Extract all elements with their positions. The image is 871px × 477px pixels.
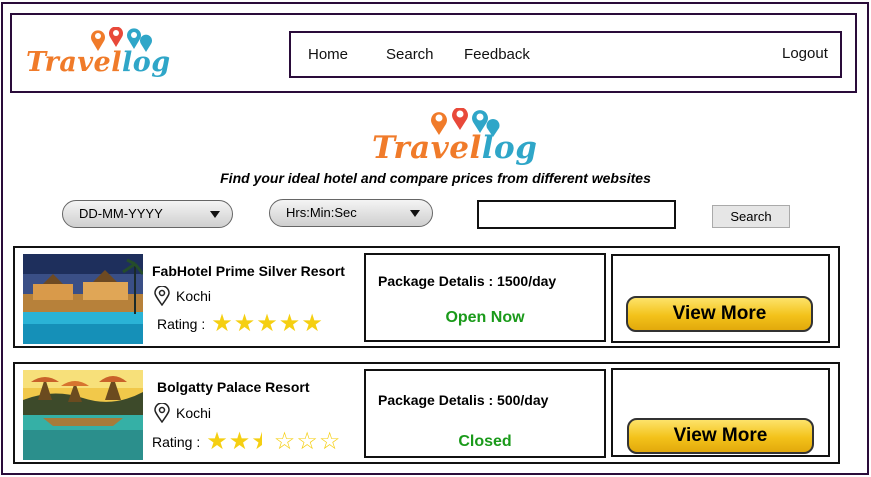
- star-icon: ★: [211, 310, 233, 337]
- hero-logo: Travellog: [370, 108, 537, 170]
- time-select-value: Hrs:Min:Sec: [286, 205, 357, 220]
- hotel-card: Bolgatty Palace Resort Kochi Rating : ★ …: [13, 362, 840, 464]
- empty-star-icon: ☆: [318, 428, 341, 455]
- hotel-card: FabHotel Prime Silver Resort Kochi Ratin…: [13, 246, 840, 348]
- package-details-box: Package Detalis : 1500/day Open Now: [364, 253, 606, 342]
- time-select[interactable]: Hrs:Min:Sec: [269, 199, 433, 227]
- search-button[interactable]: Search: [712, 205, 790, 228]
- package-details: Package Detalis : 1500/day: [378, 273, 557, 289]
- status-badge: Open Now: [445, 309, 525, 326]
- nav-search-link[interactable]: Search: [386, 46, 434, 63]
- hero-logo-text: Travellog: [372, 130, 538, 166]
- brand-logo[interactable]: Travellog: [26, 27, 170, 83]
- star-icon: ★: [256, 310, 278, 337]
- nav-feedback-link[interactable]: Feedback: [464, 46, 530, 63]
- tagline: Find your ideal hotel and compare prices…: [220, 170, 651, 186]
- header: Travellog Home Search Feedback Logout: [10, 13, 857, 93]
- chevron-down-icon: [410, 210, 420, 217]
- view-more-box: View More: [611, 368, 830, 457]
- rating-label: Rating :: [152, 434, 201, 450]
- hotel-location-text: Kochi: [176, 288, 212, 304]
- location-pin-icon: [154, 403, 170, 423]
- star-icon: ★: [206, 428, 228, 455]
- empty-star-icon: ☆: [273, 428, 296, 455]
- star-icon: ★: [233, 310, 256, 337]
- half-star-icon: ★: [251, 428, 273, 455]
- status-badge: Closed: [458, 433, 512, 450]
- rating-stars: ★ ★ ★ ☆ ☆ ☆: [206, 430, 340, 454]
- package-details-box: Package Detalis : 500/day Closed: [364, 369, 606, 458]
- hotel-photo: [23, 370, 143, 460]
- nav-bar: Home Search Feedback Logout: [289, 31, 842, 78]
- date-select-value: DD-MM-YYYY: [79, 206, 163, 221]
- search-input[interactable]: [477, 200, 676, 229]
- hotel-rating: Rating : ★ ★ ★ ★ ★: [157, 312, 323, 336]
- view-more-button[interactable]: View More: [627, 418, 814, 454]
- location-pin-icon: [154, 286, 170, 306]
- star-icon: ★: [301, 310, 323, 337]
- package-details: Package Detalis : 500/day: [378, 392, 549, 408]
- brand-logo-text: Travellog: [26, 47, 171, 78]
- hotel-rating: Rating : ★ ★ ★ ☆ ☆ ☆: [152, 430, 340, 454]
- view-more-button[interactable]: View More: [626, 296, 813, 332]
- chevron-down-icon: [210, 211, 220, 218]
- rating-stars: ★ ★ ★ ★ ★: [211, 312, 323, 336]
- hotel-location: Kochi: [154, 286, 211, 306]
- hotel-location: Kochi: [154, 403, 211, 423]
- hotel-photo: [23, 254, 143, 344]
- date-select[interactable]: DD-MM-YYYY: [62, 200, 233, 228]
- rating-label: Rating :: [157, 316, 206, 332]
- logout-link[interactable]: Logout: [782, 45, 828, 62]
- hotel-name[interactable]: Bolgatty Palace Resort: [157, 379, 310, 395]
- nav-home-link[interactable]: Home: [308, 46, 348, 63]
- hotel-location-text: Kochi: [176, 405, 212, 421]
- star-icon: ★: [278, 310, 301, 337]
- hotel-name[interactable]: FabHotel Prime Silver Resort: [152, 263, 345, 279]
- star-icon: ★: [228, 428, 251, 455]
- view-more-box: View More: [611, 254, 830, 343]
- empty-star-icon: ☆: [296, 428, 318, 455]
